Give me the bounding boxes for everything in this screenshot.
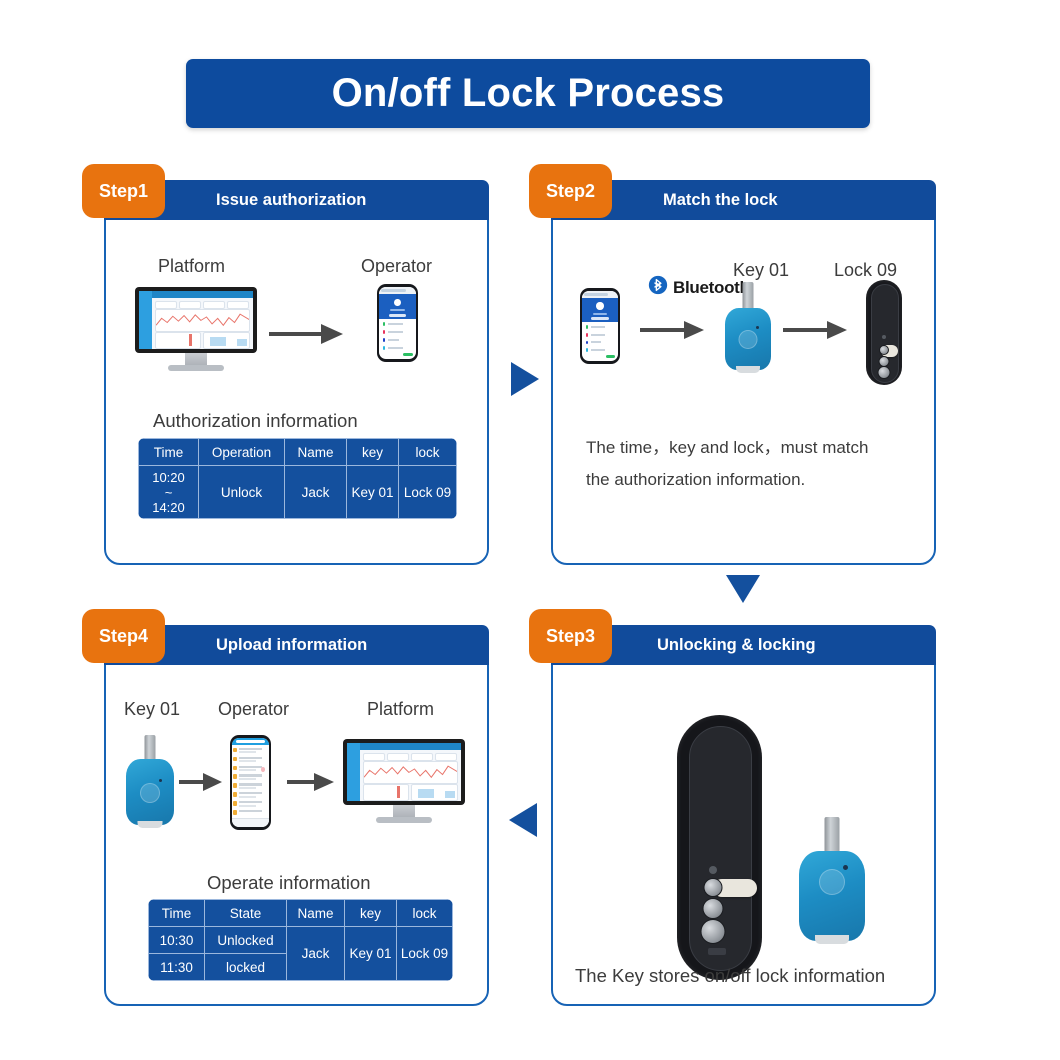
cell-operation: Unlock [198, 465, 285, 519]
table-row: 10:30 Unlocked Jack Key 01 Lock 09 [148, 926, 453, 981]
phone-icon [230, 735, 271, 830]
step3-panel: Unlocking & locking Step3 The Key stores… [529, 609, 936, 1006]
col-time: Time [138, 438, 199, 466]
step1-title: Issue authorization [216, 190, 367, 209]
step4-body: Key 01 Operator Platform Operate informa… [106, 667, 487, 1004]
step2-body-line2: the authorization information. [586, 470, 806, 489]
col-name: Name [286, 899, 345, 927]
arrow-right-icon [287, 771, 335, 798]
step4-title: Upload information [216, 635, 368, 654]
arrow-right-icon [269, 322, 345, 351]
page-title: On/off Lock Process [331, 71, 725, 115]
key-fob-icon [799, 817, 865, 947]
step2-body: Key 01 Lock 09 Bluetooth The time，key an… [553, 222, 934, 563]
table-header-row: Time Operation Name key lock [138, 438, 457, 466]
cell-time-2: 11:30 [148, 953, 205, 981]
col-key: key [346, 438, 399, 466]
cell-state-1: Unlocked [204, 926, 287, 954]
key-fob-icon [725, 282, 771, 374]
step3-badge-label: Step3 [545, 625, 596, 646]
flow-arrow-right-step1-step2 [508, 359, 542, 404]
cell-name-merged: Jack [286, 926, 345, 981]
step1-label-operator: Operator [361, 256, 433, 276]
step2-badge-label: Step2 [545, 180, 596, 201]
cell-name: Jack [284, 465, 347, 519]
step4-badge-label: Step4 [98, 625, 149, 646]
monitor-icon [135, 287, 257, 371]
col-time: Time [148, 899, 205, 927]
step1-label-platform: Platform [158, 256, 226, 276]
step4-panel: Upload information Step4 Key 01 Operator… [82, 609, 489, 1006]
step3-title: Unlocking & locking [657, 635, 816, 654]
bluetooth-icon [648, 275, 668, 300]
step4-badge: Step4 [82, 609, 165, 663]
phone-icon [377, 284, 418, 362]
cell-lock: Lock 09 [398, 465, 457, 519]
step4-table-caption: Operate information [207, 872, 371, 893]
cell-time-1: 10:30 [148, 926, 205, 954]
step1-panel: Issue authorization Step1 Platform Opera… [82, 164, 489, 565]
flow-arrow-left-step3-step4 [506, 800, 540, 845]
key-fob-icon [126, 735, 174, 830]
page-title-banner: On/off Lock Process [186, 59, 870, 128]
table-row: 10:20 ~14:20 Unlock Jack Key 01 Lock 09 [138, 465, 457, 519]
phone-icon [580, 288, 620, 364]
step4-label-operator: Operator [218, 699, 290, 719]
col-name: Name [284, 438, 347, 466]
step1-badge-label: Step1 [98, 180, 149, 201]
cell-state-2: locked [204, 953, 287, 981]
col-key: key [344, 899, 397, 927]
step3-caption: The Key stores on/off lock information [575, 965, 886, 986]
step1-body: Platform Operator Authorization informat… [106, 222, 487, 563]
monitor-icon [343, 739, 465, 823]
step4-label-key: Key 01 [124, 699, 181, 719]
operate-table: Time State Name key lock 10:30 Unlocked … [148, 899, 453, 981]
flow-arrow-down-step2-step3 [723, 572, 763, 611]
arrow-right-icon [783, 319, 849, 346]
cell-key-merged: Key 01 [344, 926, 397, 981]
authorization-table: Time Operation Name key lock 10:20 ~14:20… [138, 438, 457, 519]
cell-key: Key 01 [346, 465, 399, 519]
arrow-right-icon [640, 319, 706, 346]
step1-table-caption: Authorization information [153, 410, 358, 431]
step2-badge: Step2 [529, 164, 612, 218]
col-lock: lock [398, 438, 457, 466]
step3-badge: Step3 [529, 609, 612, 663]
step2-title: Match the lock [663, 190, 778, 209]
arrow-right-icon [179, 771, 223, 798]
step3-body: The Key stores on/off lock information [553, 667, 934, 1004]
step4-label-platform: Platform [367, 699, 435, 719]
step2-body-line1: The time，key and lock，must match [586, 438, 869, 457]
cell-lock-merged: Lock 09 [396, 926, 453, 981]
col-lock: lock [396, 899, 453, 927]
table-header-row: Time State Name key lock [148, 899, 453, 927]
smart-lock-icon [677, 715, 762, 980]
step2-label-lock: Lock 09 [834, 260, 898, 280]
col-operation: Operation [198, 438, 285, 466]
col-state: State [204, 899, 287, 927]
step2-panel: Match the lock Step2 Key 01 Lock 09 Blue… [529, 164, 936, 565]
cell-time: 10:20 ~14:20 [138, 465, 199, 519]
step1-badge: Step1 [82, 164, 165, 218]
smart-lock-icon [866, 280, 902, 385]
